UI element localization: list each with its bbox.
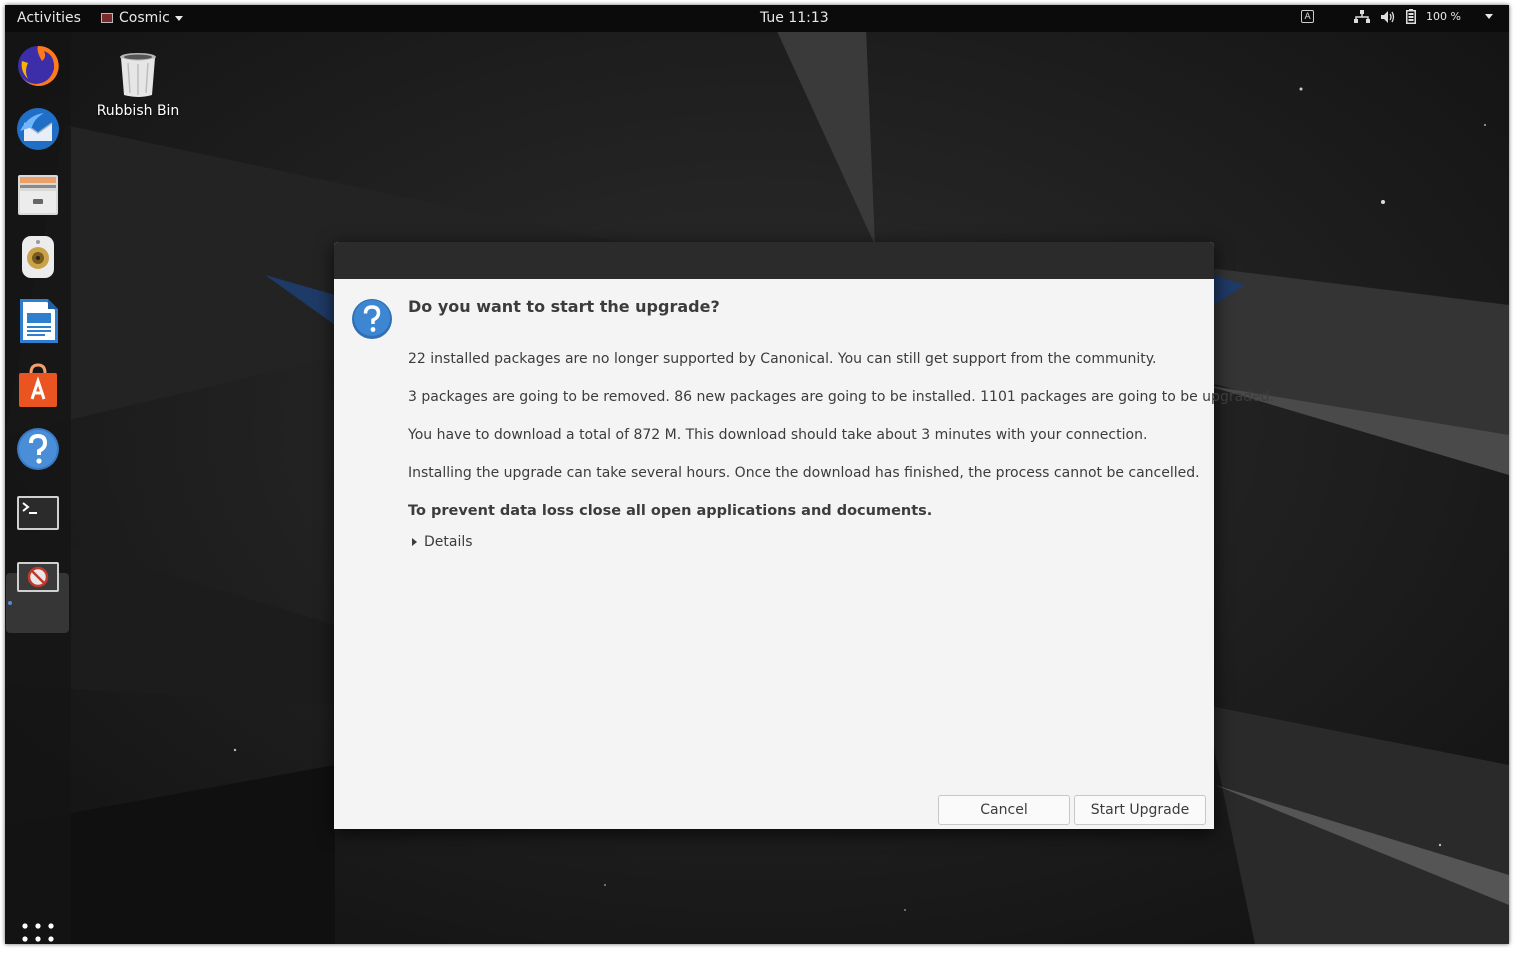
data-loss-warning: To prevent data loss close all open appl… <box>408 503 933 519</box>
running-indicator <box>8 601 12 605</box>
details-expander[interactable]: Details <box>412 534 473 550</box>
message-package-changes: 3 packages are going to be removed. 86 n… <box>408 389 1274 405</box>
system-tray[interactable]: A 100 % <box>1301 9 1493 24</box>
network-icon <box>1354 9 1371 23</box>
dock-item-terminal[interactable] <box>14 489 62 537</box>
details-label: Details <box>424 534 473 550</box>
battery-label: 100 % <box>1426 10 1461 23</box>
activities-button[interactable]: Activities <box>17 10 81 26</box>
chevron-down-icon <box>174 15 183 21</box>
top-bar: Activities Cosmic Tue 11:13 A 100 % <box>5 5 1509 32</box>
mail-icon <box>17 108 59 150</box>
dock-item-help[interactable] <box>14 425 62 473</box>
upgrade-dialog: Do you want to start the upgrade? 22 ins… <box>334 242 1274 829</box>
trash-icon <box>120 53 156 97</box>
keyboard-layout-icon[interactable]: A <box>1301 10 1315 23</box>
expander-arrow-icon <box>412 538 417 546</box>
rubbish-bin-label: Rubbish Bin <box>96 103 180 119</box>
document-icon <box>20 299 58 343</box>
file-cabinet-icon <box>18 175 58 215</box>
firefox-icon <box>18 45 59 86</box>
dock-item-files[interactable] <box>14 169 62 217</box>
dock-item-firefox[interactable] <box>14 41 62 89</box>
system-menu-chevron-icon[interactable] <box>1485 14 1493 19</box>
desktop-screen: Activities Cosmic Tue 11:13 A 100 % Rubb… <box>5 5 1509 944</box>
speaker-icon <box>22 236 54 278</box>
volume-icon <box>1381 10 1395 23</box>
rubbish-bin[interactable]: Rubbish Bin <box>93 51 183 119</box>
dock-item-software-updater[interactable] <box>14 553 62 601</box>
clock[interactable]: Tue 11:13 <box>760 10 829 26</box>
help-icon <box>17 428 59 470</box>
message-download-size: You have to download a total of 872 M. T… <box>408 427 1148 443</box>
dock <box>5 32 71 944</box>
forbidden-icon <box>17 562 59 592</box>
message-unsupported: 22 installed packages are no longer supp… <box>408 351 1157 367</box>
terminal-icon <box>17 496 59 530</box>
dialog-title: Do you want to start the upgrade? <box>408 297 720 316</box>
battery-icon <box>1406 9 1417 24</box>
dock-item-rhythmbox[interactable] <box>14 233 62 281</box>
cancel-button[interactable]: Cancel <box>938 795 1070 825</box>
dock-item-writer[interactable] <box>14 297 62 345</box>
question-icon <box>352 299 392 339</box>
app-menu-label: Cosmic <box>119 10 170 26</box>
start-upgrade-button[interactable]: Start Upgrade <box>1074 795 1206 825</box>
app-menu[interactable]: Cosmic <box>101 10 183 26</box>
app-menu-icon <box>101 13 113 23</box>
dialog-titlebar[interactable] <box>334 242 1214 279</box>
shopping-bag-icon <box>19 363 57 407</box>
dock-item-software[interactable] <box>14 361 62 409</box>
dock-item-thunderbird[interactable] <box>14 105 62 153</box>
message-duration: Installing the upgrade can take several … <box>408 465 1200 481</box>
show-applications-icon[interactable] <box>21 922 55 944</box>
